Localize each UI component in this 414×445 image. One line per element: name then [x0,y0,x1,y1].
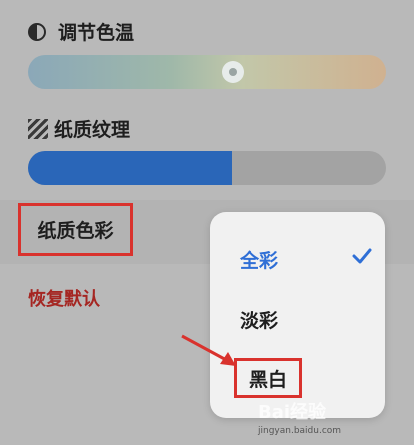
half-circle-icon [28,22,46,41]
reset-default-button[interactable]: 恢复默认 [28,285,100,311]
checkmark-icon [352,248,372,264]
color-temp-slider[interactable] [28,55,386,89]
paper-color-item[interactable]: 纸质色彩 [18,203,133,256]
color-temp-row: 调节色温 [28,18,134,45]
watermark-brand-text: Bai [258,402,291,423]
option-full-color[interactable]: 全彩 [240,246,278,273]
texture-fill [28,151,233,185]
annotation-arrow [181,334,236,366]
knob-center [229,68,237,76]
slider-knob[interactable] [222,61,244,83]
color-temp-label: 调节色温 [58,22,135,44]
option-black-white[interactable]: 黑白 [234,358,302,398]
option-black-white-label: 黑白 [248,368,287,391]
watermark-brand-suffix: 经验 [290,402,327,423]
texture-row: 纸质纹理 [28,115,130,142]
watermark-url: jingyan.baidu.com [258,426,342,436]
texture-label: 纸质纹理 [54,119,131,141]
paper-color-label: 纸质色彩 [37,220,114,242]
watermark-brand: Bai经验 [258,398,326,424]
paper-color-menu: 全彩 淡彩 黑白 [210,212,385,418]
texture-icon [28,118,48,139]
texture-slider[interactable] [28,151,386,185]
option-light-color[interactable]: 淡彩 [240,306,278,333]
